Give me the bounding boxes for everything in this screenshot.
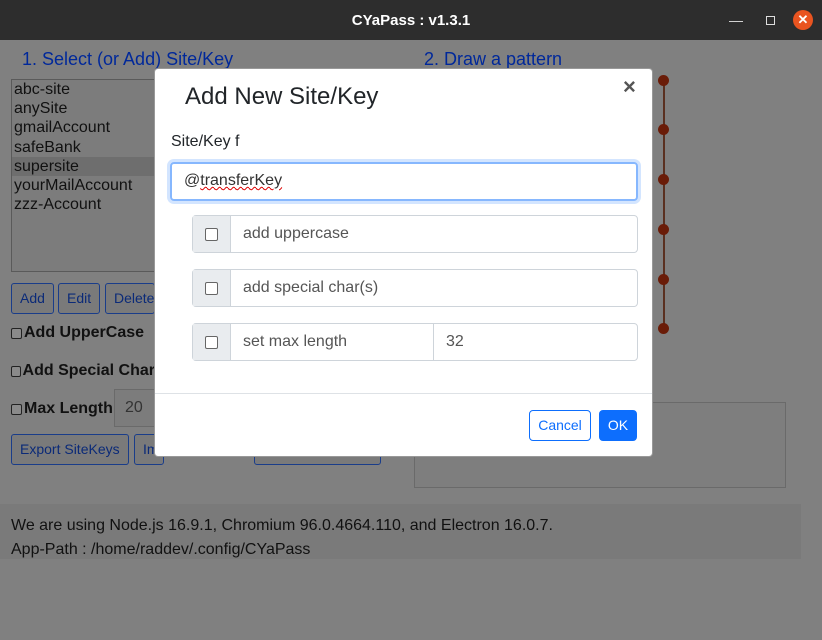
site-list-item[interactable]: abc-site (12, 80, 158, 99)
maximize-icon (765, 16, 775, 25)
info-panel: We are using Node.js 16.9.1, Chromium 96… (0, 504, 801, 559)
cancel-button[interactable]: Cancel (529, 410, 591, 441)
site-list-item[interactable]: safeBank (12, 138, 158, 157)
uppercase-option[interactable]: Add UpperCase (11, 324, 144, 342)
pattern-point[interactable] (658, 274, 669, 285)
add-special-label: add special char(s) (243, 279, 379, 296)
add-uppercase-label: add uppercase (243, 225, 349, 242)
edit-site-button[interactable]: Edit (58, 283, 101, 314)
pattern-point[interactable] (658, 323, 669, 334)
pattern-point[interactable] (658, 124, 669, 135)
pattern-point[interactable] (658, 224, 669, 235)
maxlength-option[interactable]: Max Length (11, 400, 113, 418)
uppercase-checkbox-wrap (193, 216, 231, 252)
dialog-footer-divider (155, 393, 652, 394)
version-info: We are using Node.js 16.9.1, Chromium 96… (11, 517, 553, 534)
set-maxlength-checkbox[interactable] (205, 335, 218, 349)
export-sitekeys-button[interactable]: Export SiteKeys (11, 434, 129, 465)
dialog-close-button[interactable]: × (623, 74, 636, 100)
sitekey-input[interactable]: @transferKey (170, 162, 638, 201)
uppercase-label: Add UpperCase (24, 324, 145, 341)
maximize-button[interactable] (760, 10, 780, 30)
sitekey-input-word: transferKey (200, 172, 283, 189)
uppercase-group: add uppercase (192, 215, 638, 253)
add-site-button[interactable]: Add (11, 283, 54, 314)
special-label: Add Special Char (22, 362, 155, 379)
add-sitekey-dialog: Add New Site/Key × Site/Key f @transferK… (154, 68, 653, 457)
special-option[interactable]: Add Special Char (11, 362, 155, 380)
add-uppercase-checkbox[interactable] (205, 227, 218, 241)
delete-site-button[interactable]: Delete (105, 283, 155, 314)
maxlength-label: Max Length (24, 400, 113, 417)
site-list-item[interactable]: anySite (12, 99, 158, 118)
pattern-point[interactable] (658, 174, 669, 185)
minimize-button[interactable]: — (726, 10, 746, 30)
special-checkbox-wrap (193, 270, 231, 306)
sitekey-field-label: Site/Key f (171, 133, 240, 150)
window-titlebar: CYaPass : v1.3.1 — ✕ (0, 0, 822, 40)
maxlength-checkbox-wrap (193, 324, 231, 360)
pattern-point[interactable] (658, 75, 669, 86)
add-special-checkbox[interactable] (205, 281, 218, 295)
special-checkbox[interactable] (11, 365, 21, 377)
close-window-button[interactable]: ✕ (793, 10, 813, 30)
special-group: add special char(s) (192, 269, 638, 307)
site-list-item[interactable]: gmailAccount (12, 118, 158, 137)
close-icon: ✕ (797, 12, 809, 27)
site-list-item-selected[interactable]: supersite (12, 156, 158, 176)
maxlength-value-input[interactable]: 32 (433, 324, 637, 360)
sitekey-input-prefix: @ (184, 172, 201, 189)
maxlength-group: set max length 32 (192, 323, 638, 361)
site-list[interactable]: abc-site anySite gmailAccount safeBank s… (11, 79, 159, 272)
close-icon: × (623, 74, 636, 99)
window-title: CYaPass : v1.3.1 (351, 12, 471, 29)
dialog-title: Add New Site/Key (185, 83, 379, 110)
minimize-icon: — (729, 12, 743, 28)
pattern-grid-line (663, 80, 665, 330)
ok-button[interactable]: OK (599, 410, 637, 441)
site-list-item[interactable]: zzz-Account (12, 195, 158, 214)
app-path-info: App-Path : /home/raddev/.config/CYaPass (11, 541, 311, 558)
site-list-item[interactable]: yourMailAccount (12, 176, 158, 195)
uppercase-checkbox[interactable] (11, 327, 22, 339)
section2-heading: 2. Draw a pattern (424, 49, 563, 69)
section1-heading: 1. Select (or Add) Site/Key (22, 49, 234, 69)
maxlength-checkbox[interactable] (11, 403, 22, 415)
set-maxlength-label: set max length (243, 333, 348, 350)
